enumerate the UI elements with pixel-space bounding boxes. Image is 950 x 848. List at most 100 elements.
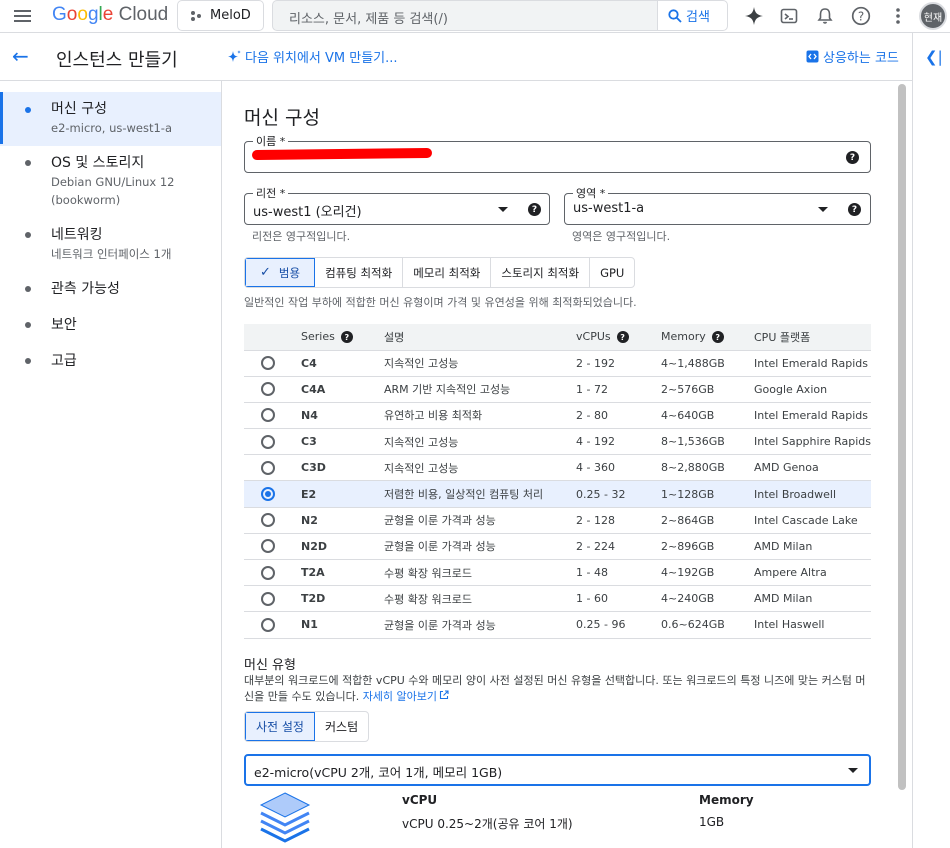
notifications-icon[interactable] <box>812 3 838 29</box>
search-button[interactable]: 검색 <box>657 0 728 31</box>
vcpu-value: vCPU 0.25~2개(공유 코어 1개) <box>402 817 573 831</box>
table-row[interactable]: C3D 지속적인 고성능 4 - 360 8~2,880GB AMD Genoa <box>244 454 871 482</box>
search-input[interactable]: 리소스, 문서, 제품 등 검색(/) <box>272 0 657 31</box>
series-radio[interactable] <box>261 356 275 371</box>
series-radio[interactable] <box>261 539 275 554</box>
table-row[interactable]: N2D 균형을 이룬 가격과 성능 2 - 224 2~896GB AMD Milan <box>244 533 871 561</box>
nav-item-security[interactable]: 보안 <box>0 315 221 335</box>
cloud-shell-icon[interactable] <box>776 3 802 29</box>
region-select[interactable]: 리전 * us-west1 (오리건) ? <box>244 185 550 225</box>
vcpus-cell: 1 - 60 <box>576 585 661 613</box>
code-link-label: 상응하는 코드 <box>823 51 899 66</box>
memory-column-header: Memory? <box>661 324 754 351</box>
vcpus-column-header: vCPUs? <box>576 324 661 351</box>
nav-item-networking[interactable]: 네트워킹 네트워크 인터페이스 1개 <box>0 225 221 263</box>
vcpus-cell: 0.25 - 96 <box>576 611 661 639</box>
machine-stack-icon <box>259 792 311 843</box>
radio-cell <box>244 350 301 377</box>
table-row[interactable]: C4A ARM 기반 지속적인 고성능 1 - 72 2~576GB Google Ax… <box>244 376 871 403</box>
nav-dot <box>25 358 31 364</box>
table-row[interactable]: C4 지속적인 고성능 2 - 192 4~1,488GB Intel Emerald … <box>244 350 871 377</box>
help-icon[interactable]: ? <box>846 151 859 164</box>
menu-icon[interactable] <box>8 2 36 30</box>
tab-preset[interactable]: 사전 설정 <box>245 712 315 741</box>
machine-type-value: e2-micro(vCPU 2개, 코어 1개, 메모리 1GB) <box>254 765 503 780</box>
tab-gpu[interactable]: GPU <box>590 258 634 287</box>
machine-type-select[interactable]: e2-micro(vCPU 2개, 코어 1개, 메모리 1GB) <box>244 754 871 786</box>
vcpus-cell: 4 - 192 <box>576 428 661 456</box>
memory-cell: 4~640GB <box>661 402 754 430</box>
avatar[interactable]: 현재 <box>919 2 947 30</box>
machine-config-panel: 머신 구성 이름 * ? 리전 * us-west1 (오리건) ? 리전은 영… <box>222 81 912 848</box>
series-radio[interactable] <box>261 513 275 528</box>
section-nav: 머신 구성 e2-micro, us-west1-a OS 및 스토리지 Deb… <box>0 81 222 848</box>
google-cloud-logo[interactable]: Google Cloud <box>52 4 168 26</box>
gemini-icon[interactable] <box>741 3 767 29</box>
series-radio[interactable] <box>261 617 275 632</box>
sparkle-icon <box>228 49 241 62</box>
series-cell: N4 <box>301 402 384 430</box>
radio-cell <box>244 611 301 639</box>
series-radio[interactable] <box>261 408 275 423</box>
platform-cell: Intel Broadwell <box>754 480 871 508</box>
create-vm-from-link[interactable]: 다음 위치에서 VM 만들기... <box>226 47 398 66</box>
nav-item-observability[interactable]: 관측 가능성 <box>0 279 221 299</box>
table-row[interactable]: T2A 수평 확장 워크로드 1 - 48 4~192GB Ampere Altra <box>244 559 871 587</box>
help-icon[interactable]: ? <box>848 3 874 29</box>
equivalent-code-link[interactable]: 상응하는 코드 <box>806 47 899 66</box>
learn-more-link[interactable]: 자세히 알아보기 <box>363 690 449 703</box>
platform-cell: Intel Emerald Rapids <box>754 402 871 430</box>
help-icon[interactable]: ? <box>528 203 541 216</box>
tab-storage-optimized[interactable]: 스토리지 최적화 <box>491 258 591 287</box>
description-cell: 지속적인 고성능 <box>384 454 576 482</box>
series-radio[interactable] <box>261 460 275 475</box>
nav-item-os-storage[interactable]: OS 및 스토리지 Debian GNU/Linux 12 (bookworm) <box>0 153 221 209</box>
table-row[interactable]: T2D 수평 확장 워크로드 1 - 60 4~240GB AMD Milan <box>244 585 871 613</box>
help-icon[interactable]: ? <box>616 331 629 344</box>
help-icon[interactable]: ? <box>848 203 861 216</box>
svg-text:?: ? <box>858 9 864 23</box>
more-icon[interactable] <box>885 3 911 29</box>
expand-panel-icon[interactable]: ❮| <box>925 48 943 66</box>
platform-cell: AMD Genoa <box>754 454 871 482</box>
project-icon <box>191 10 201 21</box>
description-cell: 수평 확장 워크로드 <box>384 585 576 613</box>
tab-custom[interactable]: 커스텀 <box>315 712 368 741</box>
table-row[interactable]: E2 저렴한 비용, 일상적인 컴퓨팅 처리 0.25 - 32 1~128GB Int… <box>244 480 871 508</box>
vm-link-label: 다음 위치에서 VM 만들기... <box>245 51 398 66</box>
scrollbar[interactable] <box>898 84 906 790</box>
region-hint: 리전은 영구적입니다. <box>252 230 351 243</box>
tab-compute-optimized[interactable]: 컴퓨팅 최적화 <box>315 258 404 287</box>
zone-hint: 영역은 영구적입니다. <box>572 230 671 243</box>
help-icon[interactable]: ? <box>711 331 724 344</box>
nav-item-advanced[interactable]: 고급 <box>0 351 221 371</box>
zone-label: 영역 * <box>573 185 609 201</box>
help-icon[interactable]: ? <box>340 331 353 344</box>
panel-divider <box>912 33 913 848</box>
series-radio[interactable] <box>261 565 275 580</box>
project-picker[interactable]: MeloD <box>177 0 264 31</box>
memory-cell: 4~192GB <box>661 559 754 587</box>
vcpus-cell: 2 - 80 <box>576 402 661 430</box>
zone-select[interactable]: 영역 * us-west1-a ? <box>564 185 871 225</box>
table-row[interactable]: N4 유연하고 비용 최적화 2 - 80 4~640GB Intel Emerald … <box>244 402 871 430</box>
platform-cell: Intel Cascade Lake <box>754 507 871 534</box>
series-radio[interactable] <box>261 591 275 606</box>
series-radio[interactable] <box>261 434 275 449</box>
project-name: MeloD <box>210 8 251 23</box>
code-icon <box>806 50 819 63</box>
back-arrow-icon[interactable]: ← <box>12 45 29 67</box>
series-radio[interactable] <box>261 487 275 502</box>
tab-general-purpose[interactable]: ✓ 범용 <box>245 258 316 287</box>
series-radio[interactable] <box>261 382 275 397</box>
nav-item-machine-config[interactable]: 머신 구성 e2-micro, us-west1-a <box>0 92 221 146</box>
nav-item-title: OS 및 스토리지 <box>51 155 145 171</box>
nav-dot <box>25 160 31 166</box>
tab-memory-optimized[interactable]: 메모리 최적화 <box>403 258 492 287</box>
platform-cell: Intel Haswell <box>754 611 871 639</box>
series-column-header: Series? <box>301 324 384 351</box>
table-row[interactable]: C3 지속적인 고성능 4 - 192 8~1,536GB Intel Sapphire… <box>244 428 871 456</box>
table-row[interactable]: N2 균형을 이룬 가격과 성능 2 - 128 2~864GB Intel Casca… <box>244 507 871 534</box>
table-row[interactable]: N1 균형을 이룬 가격과 성능 0.25 - 96 0.6~624GB Intel H… <box>244 611 871 639</box>
platform-cell: Intel Emerald Rapids <box>754 350 871 377</box>
